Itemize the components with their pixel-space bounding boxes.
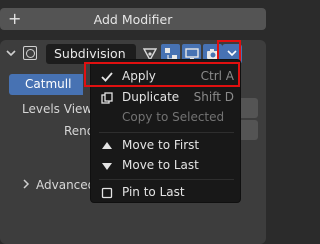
menu-item-label: Move to First bbox=[122, 138, 200, 152]
menu-item-shortcut: Shift D bbox=[193, 90, 234, 104]
menu-item-move-to-last[interactable]: Move to Last bbox=[91, 156, 242, 176]
duplicate-icon bbox=[101, 92, 113, 104]
add-modifier-label: Add Modifier bbox=[93, 11, 173, 27]
menu-separator bbox=[99, 132, 234, 133]
highlight-box-apply bbox=[84, 62, 240, 87]
menu-separator bbox=[99, 179, 234, 180]
chevron-right-icon bbox=[22, 178, 30, 192]
menu-item-label: Move to Last bbox=[122, 158, 199, 172]
menu-item-move-to-first[interactable]: Move to First bbox=[91, 136, 242, 156]
triangle-down-icon bbox=[101, 160, 113, 172]
subdivision-type-tabs: Catmull bbox=[9, 74, 83, 95]
tab-catmull-clark[interactable]: Catmull bbox=[9, 74, 83, 95]
modifier-type-icon bbox=[23, 46, 37, 60]
plus-icon: + bbox=[8, 9, 22, 28]
menu-item-label: Copy to Selected bbox=[122, 110, 225, 124]
menu-item-duplicate[interactable]: Duplicate Shift D bbox=[91, 88, 242, 108]
advanced-subpanel-header[interactable]: Advanced bbox=[22, 178, 95, 192]
collapse-chevron-icon[interactable] bbox=[6, 48, 16, 58]
advanced-label: Advanced bbox=[36, 178, 96, 192]
levels-viewport-label: Levels Viewp bbox=[22, 102, 100, 116]
menu-item-copy-to-selected[interactable]: Copy to Selected bbox=[91, 108, 242, 128]
menu-item-label: Duplicate bbox=[122, 90, 180, 104]
triangle-up-icon bbox=[101, 140, 113, 152]
menu-item-pin-to-last[interactable]: Pin to Last bbox=[91, 183, 242, 203]
menu-item-label: Pin to Last bbox=[122, 185, 185, 199]
add-modifier-button[interactable]: + Add Modifier bbox=[0, 8, 266, 30]
checkbox-icon bbox=[101, 187, 113, 199]
